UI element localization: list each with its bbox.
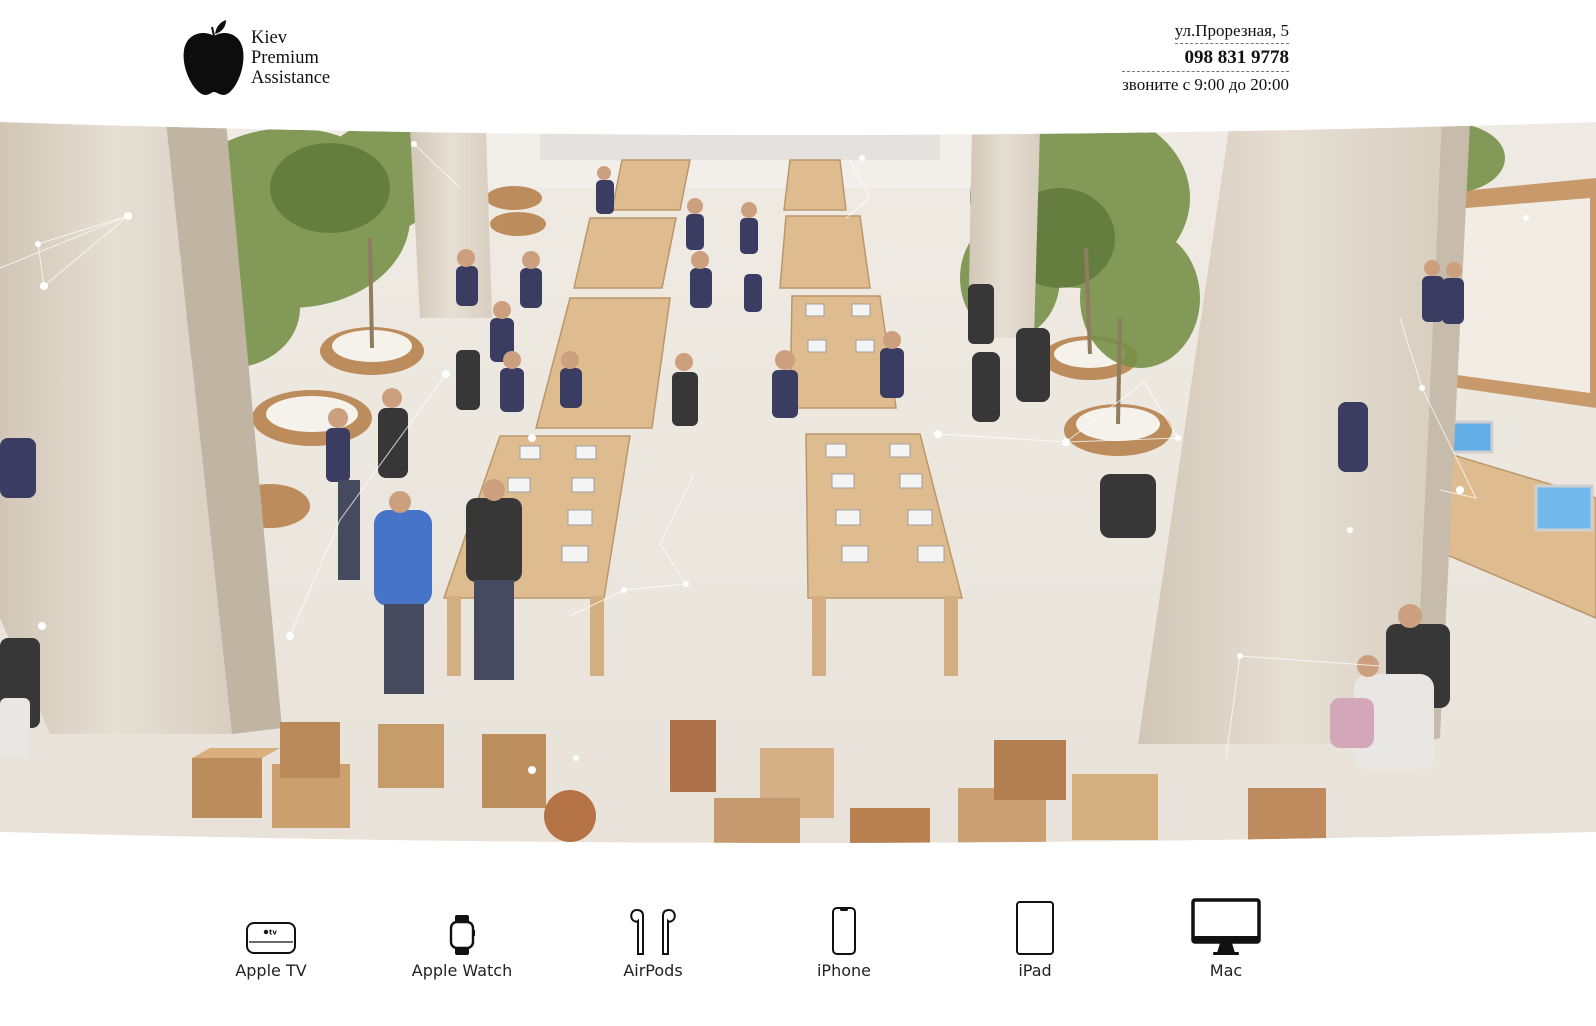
address-text: ул.Прорезная, 5 — [1174, 20, 1289, 44]
brand-line-3: Assistance — [251, 68, 331, 88]
device-nav: tv Apple TV Apple Watch AirPods iPhone i… — [0, 890, 1596, 990]
device-ipad[interactable]: iPad — [965, 890, 1105, 985]
device-label: Mac — [1209, 961, 1243, 980]
device-apple-watch[interactable]: Apple Watch — [392, 890, 532, 985]
device-label: AirPods — [623, 961, 683, 980]
phone-link[interactable]: 098 831 9778 — [1122, 45, 1289, 72]
brand-line-1: Kiev — [251, 28, 287, 48]
device-label: Apple Watch — [411, 961, 513, 980]
contact-block: ул.Прорезная, 5 098 831 9778 звоните с 9… — [1122, 20, 1289, 98]
apple-icon — [183, 20, 244, 95]
airpods-icon — [630, 908, 676, 955]
brand-logo[interactable]: Kiev Premium Assistance — [183, 18, 353, 98]
device-label: iPhone — [816, 961, 871, 980]
brand-name: Kiev Premium Assistance — [251, 28, 330, 88]
device-label: iPad — [1018, 961, 1052, 980]
mac-icon — [1191, 898, 1261, 955]
brand-line-2: Premium — [251, 48, 319, 68]
svg-text:tv: tv — [269, 929, 277, 937]
device-iphone[interactable]: iPhone — [774, 890, 914, 985]
iphone-icon — [832, 907, 856, 955]
device-label: Apple TV — [235, 961, 307, 980]
apple-store-interior-photo — [0, 118, 1596, 856]
device-apple-tv[interactable]: tv Apple TV — [201, 890, 341, 985]
hero-banner — [0, 118, 1596, 856]
apple-watch-icon — [449, 915, 475, 955]
device-airpods[interactable]: AirPods — [583, 890, 723, 985]
working-hours: звоните с 9:00 до 20:00 — [1122, 75, 1289, 94]
apple-tv-icon: tv — [246, 922, 296, 954]
ipad-icon — [1016, 901, 1054, 955]
device-mac[interactable]: Mac — [1156, 890, 1296, 985]
